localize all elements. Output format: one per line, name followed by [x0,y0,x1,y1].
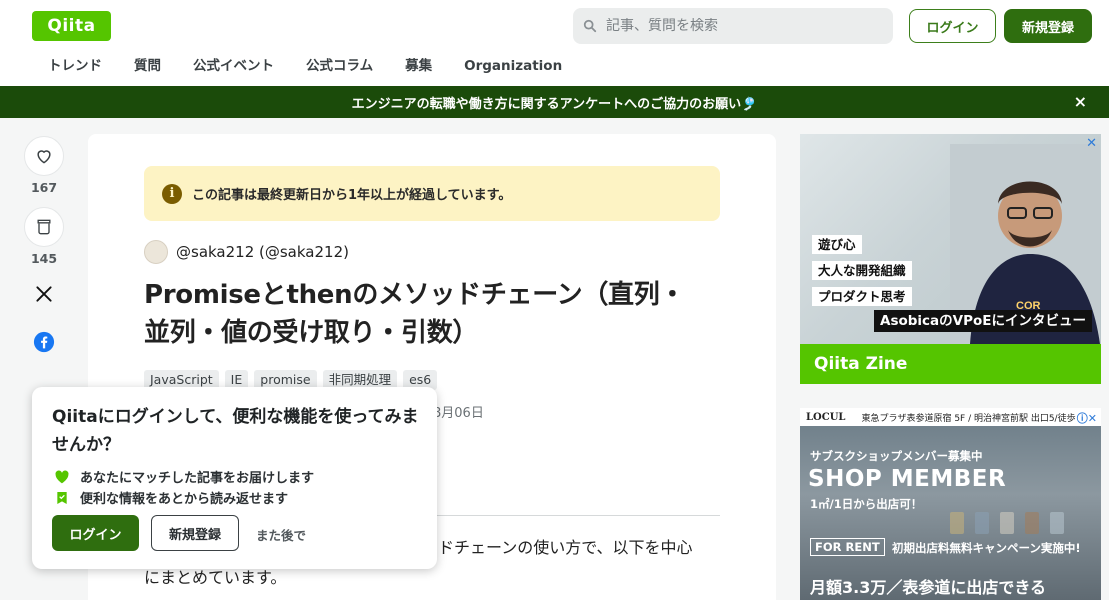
author-name[interactable]: @saka212 (@saka212) [176,243,349,261]
ad-footer: 月額3.3万／表参道に出店できる [810,578,1047,597]
site-header: Qiita ログイン 新規登録 トレンド 質問 公式イベント 公式コラム 募集 … [0,0,1109,86]
benefit-text: あなたにマッチした記事をお届けします [80,471,315,486]
ad-tagline: 遊び心 大人な開発組織 プロダクト思考 [812,234,912,312]
ad-subtitle: サブスクショップメンバー募集中 [810,449,983,463]
popup-login-button[interactable]: ログイン [52,515,139,551]
ad-locul[interactable]: LOCUL 東急プラザ表参道原宿 5F / 明治神宮前駅 出口5/徒歩 サブスク… [800,408,1101,600]
article-body-text: ドチェーンの使い方で、以下を中心 [438,538,693,557]
facebook-icon [33,331,55,353]
nav-item-questions[interactable]: 質問 [118,56,177,76]
author[interactable]: @saka212 (@saka212) [144,240,349,264]
ad-for-rent-badge: FOR RENT [810,538,885,556]
stock-icon [57,491,67,504]
nav-item-organization[interactable]: Organization [448,56,578,76]
ad-headline: SHOP MEMBER [808,466,1007,492]
login-button[interactable]: ログイン [909,9,996,43]
avatar[interactable] [144,240,168,264]
nav-item-events[interactable]: 公式イベント [177,56,290,76]
stock-count: 145 [30,251,58,266]
like-button[interactable] [24,136,64,176]
heart-icon [55,469,69,483]
ad-header-strip: LOCUL 東急プラザ表参道原宿 5F / 明治神宮前駅 出口5/徒歩 [800,408,1101,426]
outdated-notice: i この記事は最終更新日から1年以上が経過しています。 [144,166,720,221]
info-icon: i [162,183,182,204]
nav-item-recruit[interactable]: 募集 [389,56,448,76]
login-prompt-popup: Qiitaにログインして、便利な機能を使ってみませんか？ あなたにマッチした記事… [32,387,437,569]
ad-info-icon[interactable]: ⓘ✕ [1077,410,1097,426]
stock-icon [37,219,51,235]
ad-campaign: 初期出店料無料キャンペーン実施中! [892,541,1081,555]
popup-title: Qiitaにログインして、便利な機能を使ってみませんか？ [52,407,419,455]
benefit-item: あなたにマッチした記事をお届けします [54,467,314,486]
banner-text: エンジニアの転職や働き方に関するアンケートへのご協力のお願い🎐 [351,96,758,112]
share-x-button[interactable] [24,280,64,308]
search-icon [583,19,597,33]
x-icon [36,286,52,302]
search-input[interactable] [606,18,866,34]
heart-icon [37,150,51,164]
article-title: Promiseとthenのメソッドチェーン（直列・並列・値の受け取り・引数） [144,280,686,348]
ad-line: 遊び心 [812,235,862,254]
ad-brand: LOCUL [806,411,846,423]
main-nav: トレンド 質問 公式イベント 公式コラム 募集 Organization [32,56,578,76]
ad-location: 東急プラザ表参道原宿 5F / 明治神宮前駅 出口5/徒歩 [861,413,1076,424]
ad-detail: 1㎡/1日から出店可！ [810,497,923,511]
survey-banner[interactable]: エンジニアの転職や働き方に関するアンケートへのご協力のお願い🎐 × [0,86,1109,118]
nav-item-trend[interactable]: トレンド [32,56,118,76]
benefit-item: 便利な情報をあとから読み返せます [54,488,288,507]
nav-item-columns[interactable]: 公式コラム [290,56,389,76]
popup-signup-button[interactable]: 新規登録 [151,515,239,551]
divider [428,515,720,516]
ad-caption: AsobicaのVPoEにインタビュー [874,310,1092,332]
like-count: 167 [30,180,58,195]
qiita-logo[interactable]: Qiita [32,11,111,41]
qiita-zine-label: Qiita Zine [800,344,1101,384]
close-icon[interactable]: × [1074,93,1087,111]
ad-line: 大人な開発組織 [812,261,912,280]
popup-later-link[interactable]: また後で [256,525,306,544]
benefit-text: 便利な情報をあとから読み返せます [80,492,289,507]
stock-button[interactable] [24,207,64,247]
ad-qiita-zine[interactable]: COR 遊び心 大人な開発組織 プロダクト思考 AsobicaのVPoEにインタ… [800,134,1101,384]
article-actions: 167 145 [24,136,64,356]
search-box[interactable] [573,8,893,44]
ad-close-icon[interactable]: ✕ [1086,136,1097,151]
ad-line: プロダクト思考 [812,287,912,306]
notice-text: この記事は最終更新日から1年以上が経過しています。 [192,188,512,203]
signup-button[interactable]: 新規登録 [1004,9,1092,43]
updated-date: 8月06日 [433,406,484,421]
share-facebook-button[interactable] [24,328,64,356]
